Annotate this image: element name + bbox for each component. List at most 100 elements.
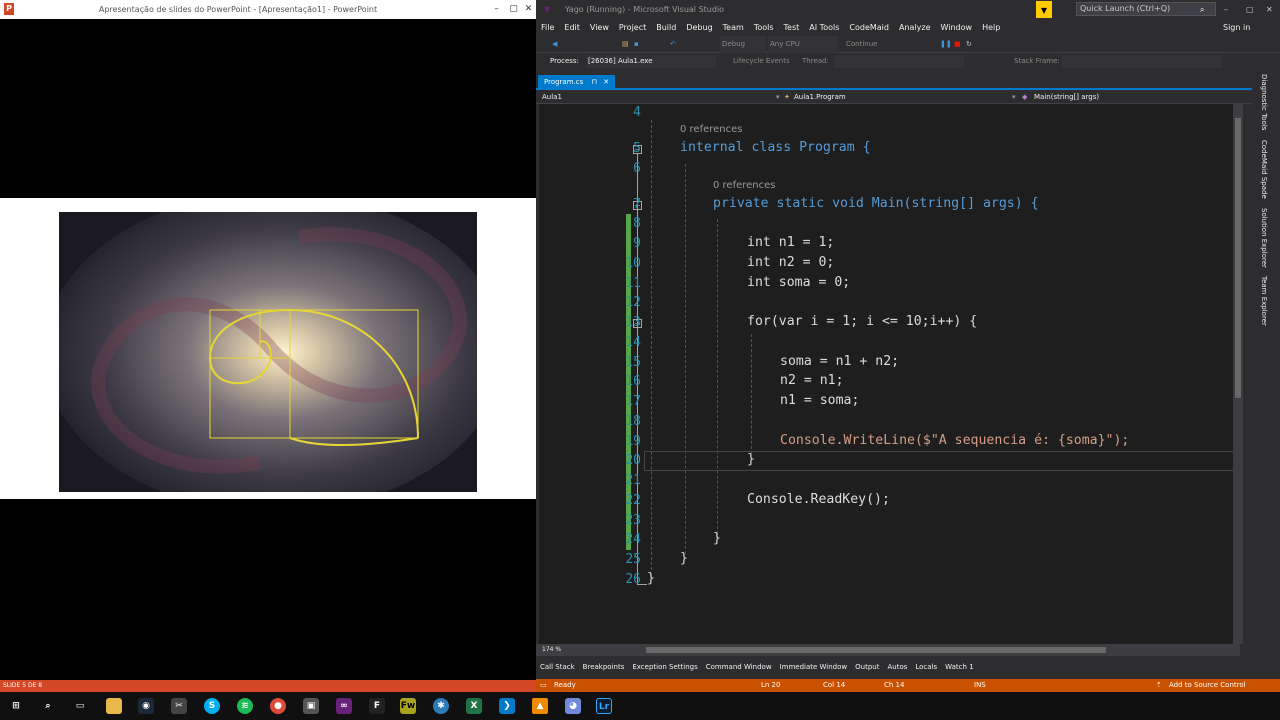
scroll-thumb[interactable]	[646, 647, 1106, 653]
discord-icon[interactable]: ◕	[565, 698, 581, 714]
open-icon[interactable]: ▤	[622, 36, 629, 53]
back-icon[interactable]: ◀	[552, 36, 557, 53]
line-number: 11	[625, 276, 641, 291]
menu-view[interactable]: View	[585, 19, 614, 36]
tab-program-cs[interactable]: Program.cs ⊓ ✕	[538, 75, 616, 89]
vs-code-icon[interactable]: ❯	[499, 698, 515, 714]
scroll-thumb[interactable]	[1235, 118, 1241, 398]
file-explorer-icon[interactable]	[106, 698, 122, 714]
class-icon: ✦	[784, 93, 790, 101]
undo-icon[interactable]: ↶	[670, 36, 676, 53]
menu-help[interactable]: Help	[977, 19, 1005, 36]
code-line: }	[747, 452, 755, 467]
status-icon: ▭	[540, 681, 547, 689]
close-icon[interactable]: ✕	[1266, 0, 1273, 19]
platform-dropdown[interactable]: Any CPU	[768, 36, 838, 53]
vlc-icon[interactable]: ▲	[532, 698, 548, 714]
menu-project[interactable]: Project	[614, 19, 651, 36]
horizontal-scrollbar[interactable]: 174 %	[536, 644, 1240, 656]
tab-codemaid-spade[interactable]: CodeMaid Spade	[1260, 140, 1268, 199]
close-icon[interactable]: ✕	[520, 0, 537, 19]
minimize-icon[interactable]: –	[1224, 0, 1228, 19]
fireworks-icon[interactable]: Fw	[400, 698, 416, 714]
search-icon[interactable]: ⌕	[40, 698, 56, 714]
sign-in-link[interactable]: Sign in	[1218, 19, 1255, 36]
menu-test[interactable]: Test	[779, 19, 805, 36]
stop-icon[interactable]: ■	[954, 36, 961, 53]
visual-studio-icon[interactable]: ∞	[336, 698, 352, 714]
network-icon[interactable]: ✱	[433, 698, 449, 714]
code-line: for(var i = 1; i <= 10;i++) {	[747, 314, 978, 329]
menu-tools[interactable]: Tools	[749, 19, 779, 36]
add-to-source-control-button[interactable]: Add to Source Control	[1169, 679, 1246, 692]
tab-breakpoints[interactable]: Breakpoints	[583, 663, 625, 671]
filter-icon[interactable]: ▼	[1036, 1, 1052, 18]
save-icon[interactable]: ▪	[634, 36, 639, 53]
snipping-icon[interactable]: ✂	[171, 698, 187, 714]
chrome-icon[interactable]: ●	[270, 698, 286, 714]
quick-launch-input[interactable]: Quick Launch (Ctrl+Q)	[1076, 2, 1216, 16]
line-number: 26	[625, 572, 641, 587]
code-line: int soma = 0;	[747, 275, 851, 290]
code-line: int n2 = 0;	[747, 255, 835, 270]
restart-icon[interactable]: ↻	[966, 36, 972, 53]
tab-watch-1[interactable]: Watch 1	[945, 663, 973, 671]
menu-file[interactable]: File	[536, 19, 559, 36]
menu-build[interactable]: Build	[651, 19, 681, 36]
tab-autos[interactable]: Autos	[887, 663, 907, 671]
line-number: 9	[633, 236, 641, 251]
skype-icon[interactable]: S	[204, 698, 220, 714]
menu-codemaid[interactable]: CodeMaid	[844, 19, 894, 36]
tab-call-stack[interactable]: Call Stack	[540, 663, 575, 671]
excel-icon[interactable]: X	[466, 698, 482, 714]
code-line: internal class Program {	[680, 140, 871, 155]
member-dropdown[interactable]: Main(string[] args)	[1034, 90, 1099, 104]
task-view-icon[interactable]: ▭	[72, 698, 88, 714]
tab-locals[interactable]: Locals	[915, 663, 937, 671]
tab-exception-settings[interactable]: Exception Settings	[632, 663, 697, 671]
tab-solution-explorer[interactable]: Solution Explorer	[1260, 208, 1268, 268]
search-icon[interactable]: ⌕	[1200, 0, 1204, 19]
pin-icon[interactable]: ⊓	[592, 78, 597, 86]
pause-icon[interactable]: ❚❚	[940, 36, 952, 53]
continue-button[interactable]: Continue	[846, 36, 877, 53]
codelens-references[interactable]: 0 references	[713, 180, 776, 191]
menu-analyze[interactable]: Analyze	[894, 19, 936, 36]
menu-team[interactable]: Team	[718, 19, 749, 36]
menu-ai-tools[interactable]: AI Tools	[804, 19, 844, 36]
tab-team-explorer[interactable]: Team Explorer	[1260, 276, 1268, 326]
menu-debug[interactable]: Debug	[681, 19, 717, 36]
thread-dropdown[interactable]	[834, 55, 964, 68]
tab-output[interactable]: Output	[855, 663, 879, 671]
tab-diagnostic-tools[interactable]: Diagnostic Tools	[1260, 74, 1268, 130]
stack-frame-label: Stack Frame:	[1014, 57, 1060, 65]
photos-icon[interactable]: ▣	[303, 698, 319, 714]
document-tabs: Program.cs ⊓ ✕	[536, 74, 1252, 90]
tab-immediate-window[interactable]: Immediate Window	[780, 663, 848, 671]
minimize-icon[interactable]: –	[488, 0, 505, 19]
class-dropdown[interactable]: Aula1.Program	[794, 90, 846, 104]
close-tab-icon[interactable]: ✕	[603, 78, 609, 86]
tab-command-window[interactable]: Command Window	[706, 663, 772, 671]
menu-window[interactable]: Window	[936, 19, 978, 36]
stack-frame-dropdown[interactable]	[1062, 55, 1222, 68]
vertical-scrollbar[interactable]	[1233, 104, 1243, 644]
process-dropdown[interactable]: [26036] Aula1.exe	[586, 55, 716, 68]
lightroom-icon[interactable]: Lr	[596, 698, 612, 714]
fl-studio-icon[interactable]: F	[369, 698, 385, 714]
windows-start-icon[interactable]: ⊞	[8, 698, 24, 714]
zoom-level[interactable]: 174 %	[542, 644, 572, 656]
menu-edit[interactable]: Edit	[559, 19, 585, 36]
maximize-icon[interactable]: ▢	[1246, 0, 1254, 19]
steam-icon[interactable]: ◉	[138, 698, 154, 714]
lifecycle-events-button[interactable]: Lifecycle Events	[733, 53, 790, 70]
spotify-icon[interactable]: ≋	[237, 698, 253, 714]
navigation-bar: Aula1 ▾ ✦ Aula1.Program ▾ ◆ Main(string[…	[536, 90, 1252, 104]
galaxy-image	[59, 212, 477, 492]
visual-studio-window: ▼ Yago (Running) - Microsoft Visual Stud…	[536, 0, 1280, 692]
tab-label: Program.cs	[544, 78, 584, 86]
config-dropdown[interactable]: Debug	[720, 36, 766, 53]
codelens-references[interactable]: 0 references	[680, 124, 743, 135]
project-dropdown[interactable]: Aula1	[542, 90, 562, 104]
code-editor[interactable]: 0 references 0 references − − − 4 5 6 7 …	[539, 104, 1243, 644]
